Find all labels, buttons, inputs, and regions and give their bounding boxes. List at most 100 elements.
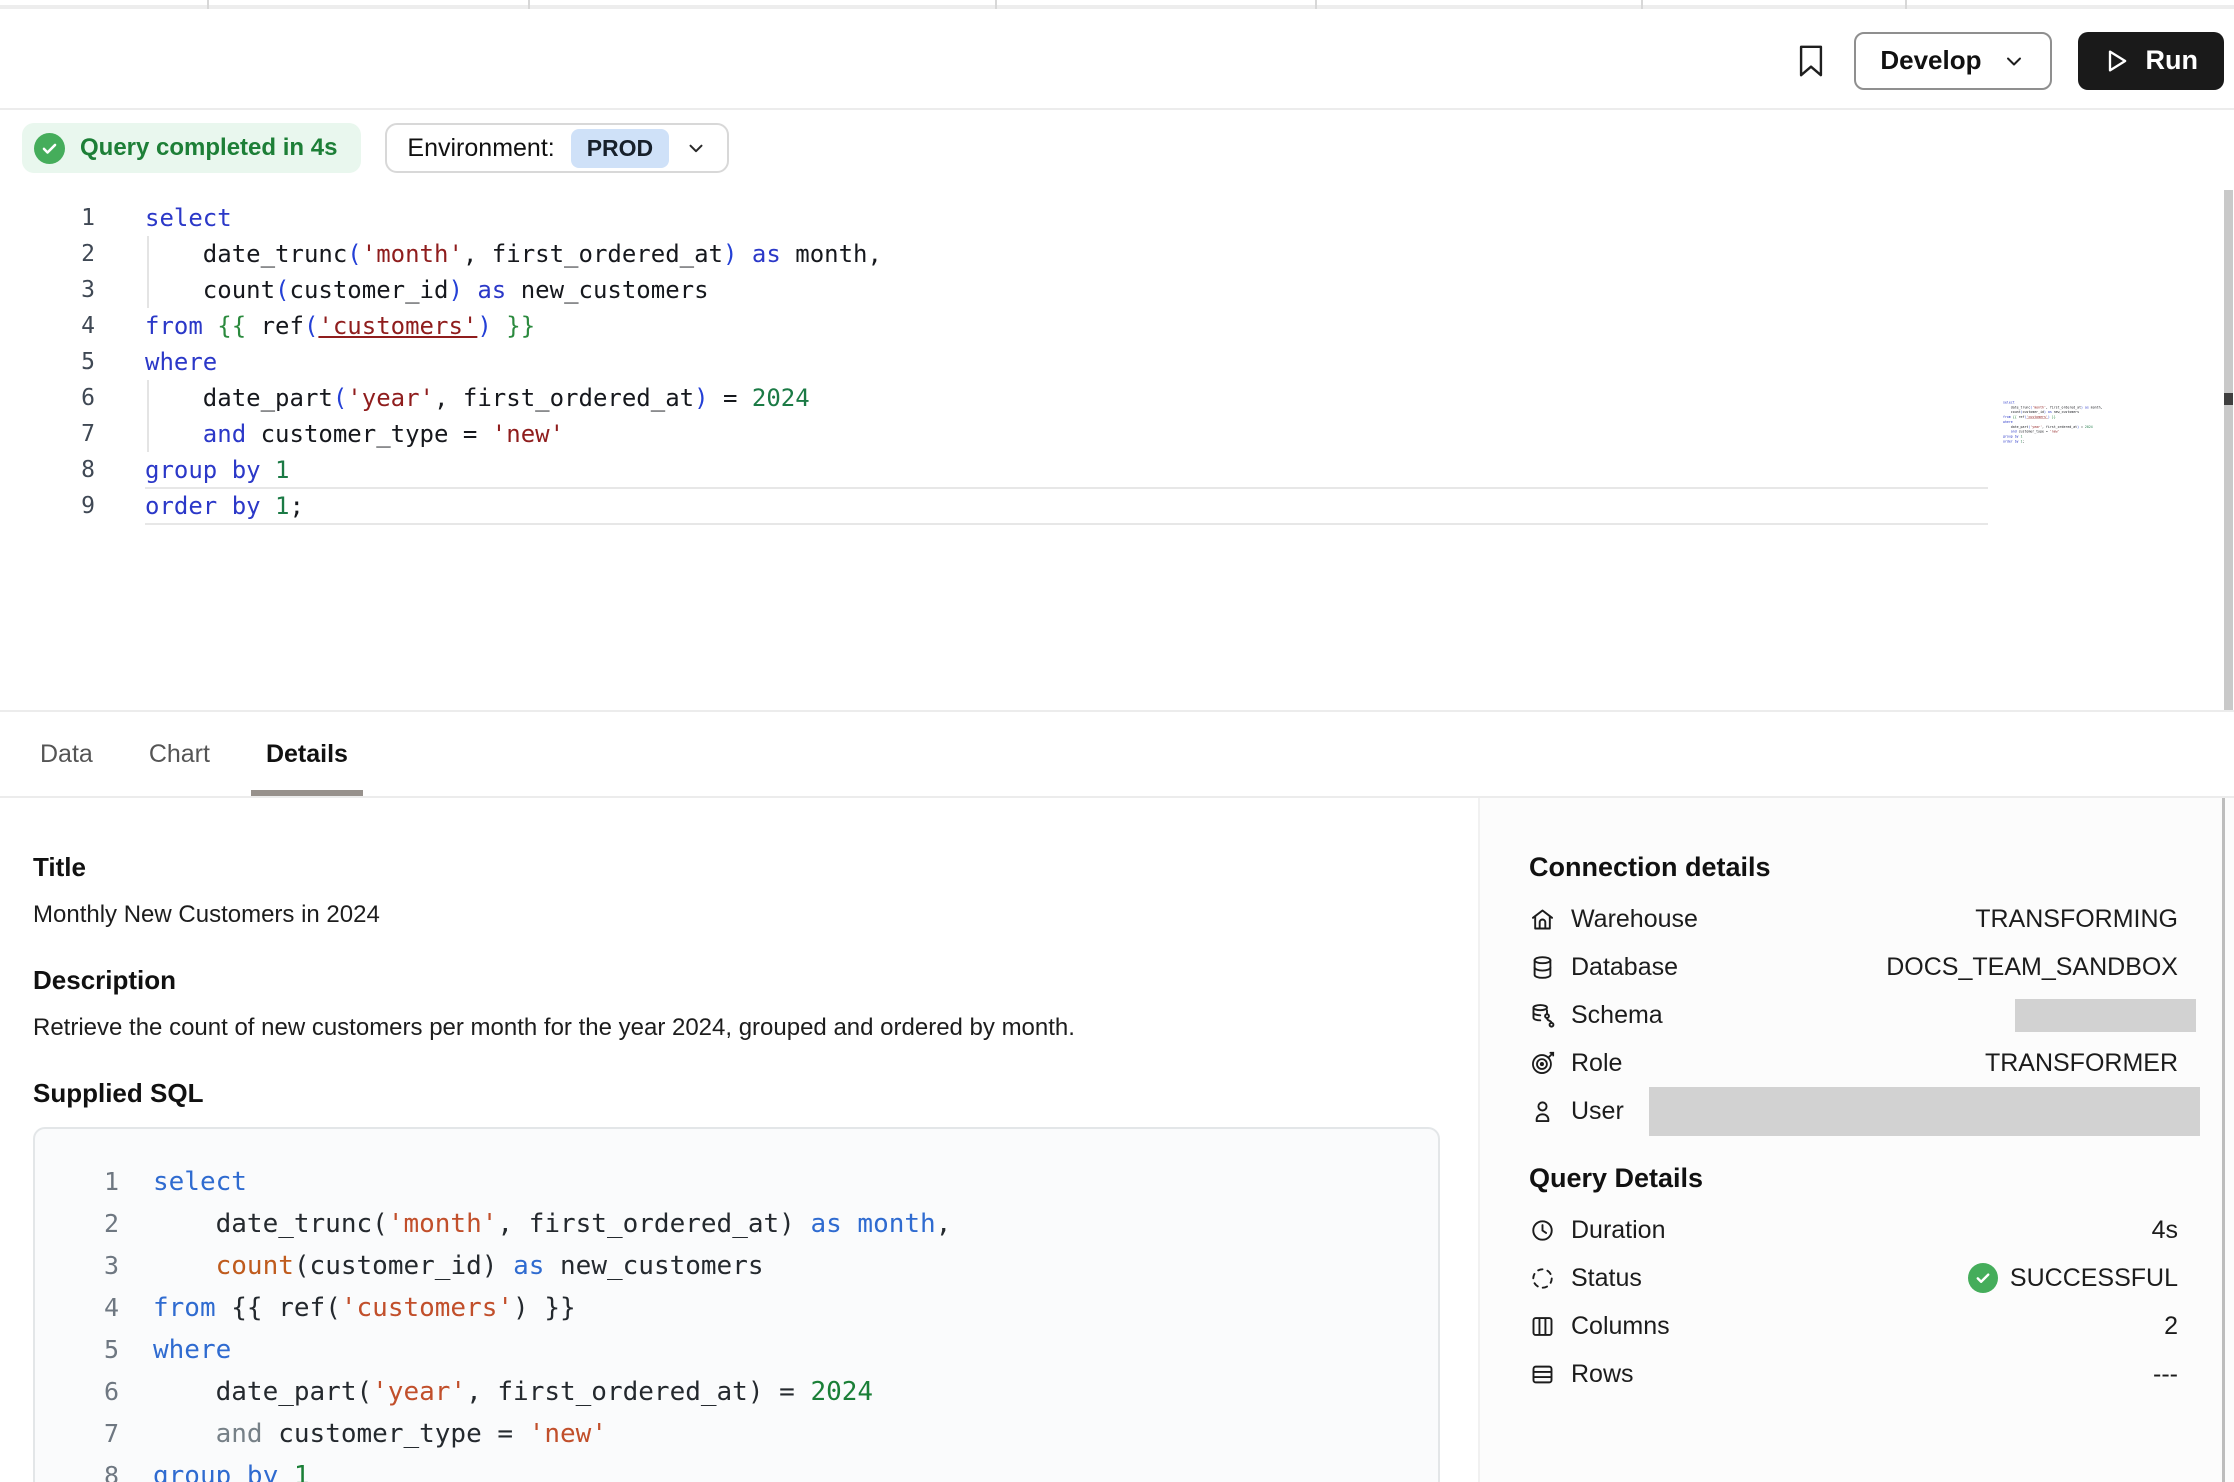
row-label: Database <box>1571 953 1678 982</box>
bookmark-button[interactable] <box>1794 42 1828 80</box>
query-details-rows: Duration 4s Status <box>1529 1206 2178 1398</box>
query-row-rows: Rows --- <box>1529 1350 2178 1398</box>
code-line: from {{ ref('customers') }} <box>145 308 2234 344</box>
connection-row-warehouse: Warehouse TRANSFORMING <box>1529 895 2178 943</box>
code-line: and customer_type = 'new' <box>145 416 2234 452</box>
code-line: count(customer_id) as new_customers <box>145 272 2234 308</box>
chevron-down-icon <box>685 137 707 159</box>
panel-scrollbar-track[interactable] <box>2222 798 2225 1482</box>
redacted-value <box>1649 1087 2200 1136</box>
row-value: 4s <box>2152 1216 2178 1245</box>
develop-dropdown-button[interactable]: Develop <box>1854 32 2051 90</box>
duration-icon <box>1529 1217 1556 1244</box>
check-circle-icon <box>34 133 65 164</box>
database-icon <box>1529 954 1556 981</box>
row-value: TRANSFORMER <box>1985 1049 2178 1078</box>
code-line: date_trunc('month', first_ordered_at) as… <box>145 236 2234 272</box>
row-value: --- <box>2153 1360 2178 1389</box>
line-number: 7 <box>0 416 95 452</box>
line-number: 4 <box>68 1287 119 1329</box>
line-number: 9 <box>0 488 95 524</box>
line-number: 1 <box>68 1161 119 1203</box>
play-icon <box>2104 47 2130 75</box>
supplied-sql-heading: Supplied SQL <box>33 1078 1478 1109</box>
code-line: count(customer_id) as new_customers <box>153 1245 1438 1287</box>
tab-chart[interactable]: Chart <box>149 712 210 796</box>
tab-data[interactable]: Data <box>40 712 93 796</box>
redacted-value <box>2015 999 2196 1032</box>
query-status-row: Query completed in 4s Environment: PROD <box>22 123 729 173</box>
code-line: order by 1; <box>145 488 2234 524</box>
code-line: date_trunc('month', first_ordered_at) as… <box>153 1203 1438 1245</box>
line-number: 2 <box>68 1203 119 1245</box>
line-number: 4 <box>0 308 95 344</box>
query-row-duration: Duration 4s <box>1529 1206 2178 1254</box>
line-number: 2 <box>0 236 95 272</box>
minimap-code: 1select2 date_trunc('month', first_order… <box>2003 400 2115 444</box>
row-label: Schema <box>1571 1001 1663 1030</box>
rows-icon <box>1529 1361 1556 1388</box>
browser-tab-strip <box>0 0 2234 9</box>
sql-editor[interactable]: 1 select 2 date_trunc('month', first_order… <box>0 200 2234 710</box>
app-root: Develop Run Query completed i <box>0 0 2234 1482</box>
code-line: where <box>145 344 2234 380</box>
tab-divider <box>1905 0 1907 9</box>
editor-code-lines[interactable]: 1 select 2 date_trunc('month', first_order… <box>0 200 2234 524</box>
warehouse-icon <box>1529 906 1556 933</box>
line-number: 5 <box>68 1329 119 1371</box>
status-value-wrap: SUCCESSFUL <box>1968 1263 2178 1293</box>
code-line: date_part('year', first_ordered_at) = 20… <box>153 1371 1438 1413</box>
environment-dropdown[interactable]: Environment: PROD <box>385 123 729 173</box>
query-row-status: Status SUCCESSFUL <box>1529 1254 2178 1302</box>
row-value: 2 <box>2164 1312 2178 1341</box>
line-number: 6 <box>0 380 95 416</box>
connection-row-user: User <box>1529 1087 2178 1135</box>
line-number: 8 <box>0 452 95 488</box>
header-toolbar: Develop Run <box>0 13 2234 110</box>
details-right-pane: Connection details Warehouse TRANSFORMIN… <box>1478 798 2234 1482</box>
run-button[interactable]: Run <box>2078 32 2224 90</box>
row-value: SUCCESSFUL <box>2010 1264 2178 1293</box>
row-label: Columns <box>1571 1312 1670 1341</box>
tab-divider <box>995 0 997 9</box>
line-number: 6 <box>68 1371 119 1413</box>
connection-details-heading: Connection details <box>1529 852 2178 883</box>
connection-row-schema: Schema <box>1529 991 2178 1039</box>
tab-divider <box>207 0 209 9</box>
row-label: Rows <box>1571 1360 1634 1389</box>
user-icon <box>1529 1098 1556 1125</box>
supplied-sql-code-block: 1select2 date_trunc('month', first_order… <box>33 1127 1440 1482</box>
environment-label: Environment: <box>407 134 554 163</box>
line-number: 1 <box>0 200 95 236</box>
connection-row-role: Role TRANSFORMER <box>1529 1039 2178 1087</box>
title-value: Monthly New Customers in 2024 <box>33 901 1478 929</box>
code-line: order by 1; <box>2003 439 2115 444</box>
editor-scrollbar[interactable] <box>2224 190 2233 710</box>
develop-label: Develop <box>1880 45 1981 76</box>
role-icon <box>1529 1050 1556 1077</box>
code-line: and customer_type = 'new' <box>153 1413 1438 1455</box>
row-label: User <box>1571 1097 1624 1126</box>
code-line: where <box>153 1329 1438 1371</box>
columns-icon <box>1529 1313 1556 1340</box>
row-label: Status <box>1571 1264 1642 1293</box>
details-left-pane: Title Monthly New Customers in 2024 Desc… <box>0 798 1478 1482</box>
code-line: select <box>145 200 2234 236</box>
title-heading: Title <box>33 852 1478 883</box>
description-value: Retrieve the count of new customers per … <box>33 1014 1478 1042</box>
line-number: 8 <box>68 1455 119 1482</box>
description-heading: Description <box>33 965 1478 996</box>
tab-divider <box>528 0 530 9</box>
line-number: 5 <box>0 344 95 380</box>
tab-details[interactable]: Details <box>266 712 348 796</box>
query-status-pill: Query completed in 4s <box>22 123 361 173</box>
row-label: Role <box>1571 1049 1622 1078</box>
scrollbar-thumb[interactable] <box>2224 393 2233 405</box>
bookmark-icon <box>1794 42 1828 80</box>
connection-details-rows: Warehouse TRANSFORMING Database DOCS_TEA… <box>1529 895 2178 1135</box>
run-label: Run <box>2146 45 2198 76</box>
status-icon <box>1529 1265 1556 1292</box>
editor-minimap[interactable]: 1select2 date_trunc('month', first_order… <box>2003 400 2115 464</box>
environment-value-chip: PROD <box>571 129 669 168</box>
row-label: Duration <box>1571 1216 1666 1245</box>
